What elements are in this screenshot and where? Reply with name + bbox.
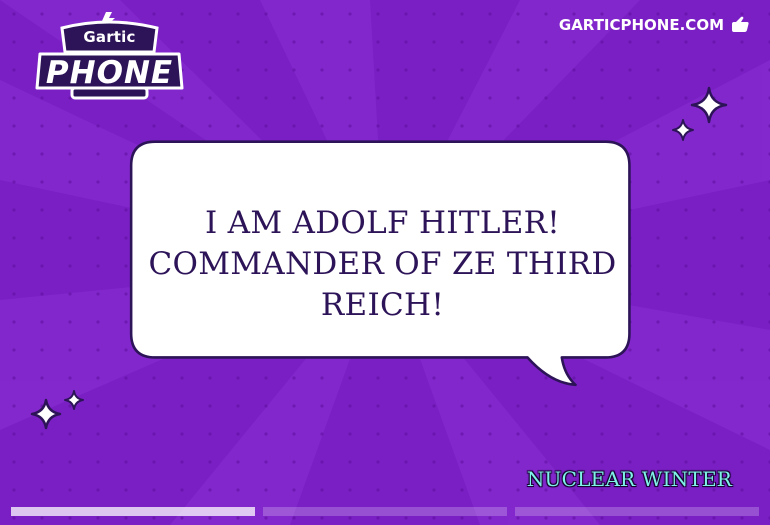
sparkle-icon [672,119,694,141]
speech-line: I AM ADOLF HITLER! [204,205,561,241]
site-link[interactable]: GARTICPHONE.COM [559,16,750,34]
site-link-label: GARTICPHONE.COM [558,16,724,34]
progress-bar [11,507,759,516]
progress-segment [11,507,255,516]
logo-text-phone: PHONE [45,55,174,91]
progress-segment [263,507,507,516]
progress-segment [515,507,759,516]
hand-pointer-icon [732,16,749,32]
logo-text-gartic: Gartic [83,28,136,46]
sparkle-icon [30,398,62,430]
speech-line: REICH! [320,287,445,323]
speech-bubble-text: I AM ADOLF HITLER! COMMANDER OF ZE THIRD… [115,203,650,326]
gartic-phone-logo: Gartic PHONE [32,10,187,102]
sparkle-icon [690,86,728,124]
author-name: NUCLEAR WINTER [526,467,732,491]
sparkle-icon [64,390,84,410]
speech-line: COMMANDER OF ZE THIRD [148,246,617,282]
